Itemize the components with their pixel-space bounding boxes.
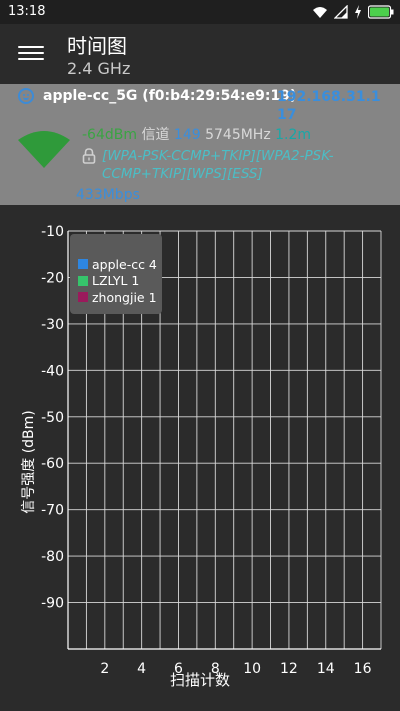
- status-time: 13:18: [8, 4, 46, 19]
- channel-label: 信道: [141, 127, 170, 143]
- y-tick-label: -40: [41, 363, 64, 379]
- legend-item: apple-cc 4: [78, 256, 162, 273]
- y-tick-label: -80: [41, 549, 64, 565]
- y-tick-label: -50: [41, 410, 64, 426]
- x-tick-label: 16: [354, 661, 372, 677]
- legend-label: apple-cc 4: [92, 256, 157, 272]
- connected-smile-icon: [18, 88, 34, 104]
- legend-swatch: [78, 259, 88, 270]
- legend-item: zhongjie 1: [78, 289, 162, 306]
- legend-swatch: [78, 275, 88, 286]
- page-title: 时间图: [67, 34, 127, 58]
- y-tick-label: -90: [41, 596, 64, 612]
- x-tick-label: 14: [317, 661, 335, 677]
- x-tick-label: 4: [137, 661, 146, 677]
- channel-number: 149: [173, 127, 201, 143]
- connected-ap-panel[interactable]: apple-cc_5G (f0:b4:29:54:e9:19) 192.168.…: [0, 84, 400, 205]
- security-capabilities: [WPA-PSK-CCMP+TKIP][WPA2-PSK-CCMP+TKIP][…: [102, 148, 334, 182]
- ap-header-row: apple-cc_5G (f0:b4:29:54:e9:19) 192.168.…: [18, 86, 400, 126]
- x-axis-title: 扫描计数: [170, 671, 230, 689]
- y-tick-label: -10: [41, 224, 64, 240]
- menu-button[interactable]: [18, 42, 44, 64]
- status-icons: [312, 3, 394, 21]
- x-tick-label: 10: [243, 661, 261, 677]
- chart-legend: apple-cc 4 LZLYL 1 zhongjie 1: [70, 234, 162, 314]
- y-axis-title: 信号强度 (dBm): [21, 410, 37, 514]
- y-tick-label: -20: [41, 270, 64, 286]
- ap-ip-address: 192.168.31.117: [277, 89, 381, 123]
- legend-swatch: [78, 292, 88, 303]
- link-speed: 433Mbps: [76, 187, 140, 203]
- cell-signal-icon: [334, 5, 348, 19]
- legend-label: zhongjie 1: [92, 289, 157, 305]
- signal-strength: -64dBm: [82, 127, 137, 143]
- battery-icon: [368, 5, 394, 19]
- time-graph-chart: -10 -20 -30 -40 -50 -60 -70 -80 -90 2 4 6 8 10 12 14 16 信…: [0, 205, 400, 711]
- wifi-strength-icon: [18, 131, 70, 168]
- y-tick-label: -70: [41, 503, 64, 519]
- charging-icon: [355, 5, 361, 19]
- wifi-status-icon: [313, 7, 327, 18]
- frequency: 5745MHz: [205, 127, 271, 143]
- distance: 1.2m: [275, 127, 312, 143]
- ap-ssid: apple-cc_5G (f0:b4:29:54:e9:19): [43, 88, 297, 104]
- status-bar: 13:18: [0, 0, 400, 24]
- chart-canvas: -10-20-30-40-50-60-70-80-902 4 6 8 10 12 14 16信…: [21, 224, 382, 689]
- ap-details-row: -64dBm 信道 149 5745MHz 1.2m: [82, 124, 311, 144]
- app-bar: 时间图 2.4 GHz: [0, 24, 400, 84]
- legend-label: LZLYL 1: [92, 273, 140, 289]
- y-tick-label: -60: [41, 456, 64, 472]
- x-tick-label: 12: [280, 661, 298, 677]
- x-tick-label: 2: [100, 661, 109, 677]
- legend-item: LZLYL 1: [78, 273, 162, 290]
- lock-icon: [82, 148, 96, 164]
- band-subtitle[interactable]: 2.4 GHz: [67, 59, 130, 78]
- y-tick-label: -30: [41, 317, 64, 333]
